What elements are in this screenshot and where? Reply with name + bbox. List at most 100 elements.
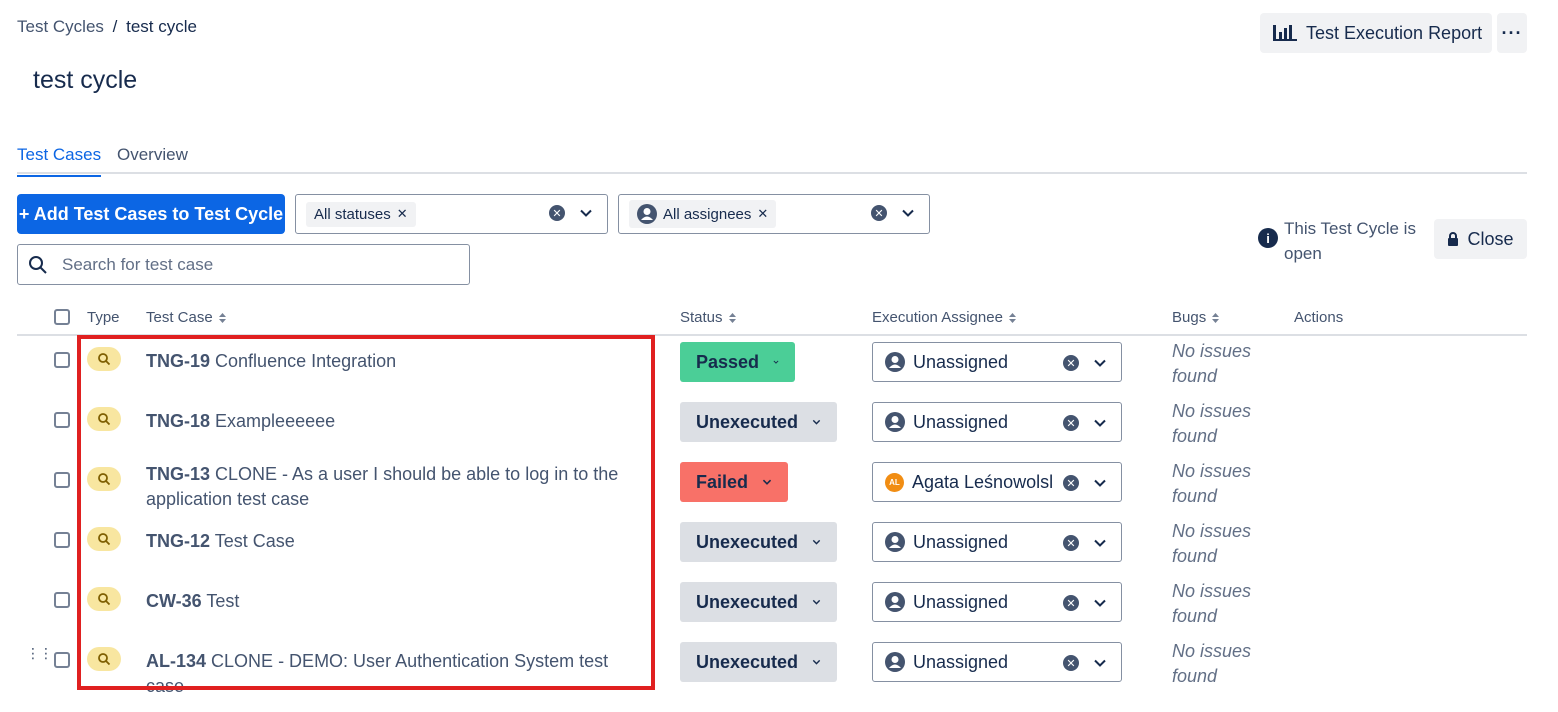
- column-assignee[interactable]: Execution Assignee: [872, 309, 1017, 326]
- table-row: TNG-13 CLONE - As a user I should be abl…: [17, 456, 1527, 516]
- column-test-case[interactable]: Test Case: [146, 309, 227, 326]
- row-checkbox[interactable]: [54, 592, 70, 608]
- table-header: Type Test Case Status Execution Assignee…: [17, 300, 1527, 336]
- bugs-text: No issues found: [1172, 461, 1252, 506]
- status-label: Passed: [696, 351, 760, 372]
- close-cycle-button[interactable]: Close: [1434, 219, 1527, 259]
- clear-icon[interactable]: ✕: [1063, 355, 1079, 371]
- test-case-search-icon: [87, 527, 121, 551]
- chevron-down-icon[interactable]: [1093, 536, 1107, 550]
- breadcrumb-separator: /: [112, 17, 118, 36]
- user-avatar-icon: [885, 532, 905, 552]
- column-actions-label: Actions: [1294, 309, 1344, 326]
- status-label: Unexecuted: [696, 531, 799, 552]
- table-row: CW-36 Test Unexecuted Unassigned ✕ No is…: [17, 576, 1527, 636]
- chevron-down-icon[interactable]: [1093, 416, 1107, 430]
- select-all-checkbox[interactable]: [54, 309, 70, 325]
- status-dropdown[interactable]: Unexecuted: [680, 522, 837, 562]
- test-case-title: Confluence Integration: [215, 351, 397, 371]
- bugs-text: No issues found: [1172, 401, 1252, 446]
- column-bugs[interactable]: Bugs: [1172, 309, 1220, 326]
- status-dropdown[interactable]: Passed: [680, 342, 795, 382]
- assignee-select[interactable]: Unassigned ✕: [872, 402, 1122, 442]
- assignee-avatar: AL: [885, 472, 904, 492]
- test-case-link[interactable]: TNG-19 Confluence Integration: [146, 349, 626, 374]
- assignee-name: Agata Leśnowolsl: [912, 471, 1052, 492]
- status-filter-value: All statuses: [314, 205, 391, 223]
- status-dropdown[interactable]: Unexecuted: [680, 582, 837, 622]
- status-dropdown[interactable]: Failed: [680, 462, 788, 502]
- user-avatar-icon: [885, 652, 905, 672]
- row-checkbox[interactable]: [54, 652, 70, 668]
- row-checkbox[interactable]: [54, 472, 70, 488]
- test-case-title: CLONE - DEMO: User Authentication System…: [146, 651, 609, 696]
- test-case-link[interactable]: TNG-18 Exampleeeeee: [146, 409, 626, 434]
- column-type: Type: [87, 309, 120, 326]
- more-actions-button[interactable]: ···: [1497, 13, 1527, 53]
- test-case-link[interactable]: TNG-13 CLONE - As a user I should be abl…: [146, 462, 626, 512]
- chevron-down-icon[interactable]: [1093, 596, 1107, 610]
- assignee-select[interactable]: AL Agata Leśnowolsl ✕: [872, 462, 1122, 502]
- assignee-filter-value: All assignees: [663, 205, 752, 223]
- assignee-name: Unassigned: [913, 651, 1009, 672]
- bugs-text: No issues found: [1172, 641, 1252, 686]
- add-test-cases-button[interactable]: + Add Test Cases to Test Cycle: [17, 194, 285, 234]
- search-input[interactable]: [62, 254, 442, 275]
- page-title: test cycle: [33, 66, 138, 94]
- bugs-text: No issues found: [1172, 581, 1252, 626]
- test-case-key: TNG-18: [146, 411, 211, 431]
- status-dropdown[interactable]: Unexecuted: [680, 402, 837, 442]
- search-icon: [29, 255, 47, 274]
- status-filter-select[interactable]: All statuses ✕ ✕: [295, 194, 608, 234]
- test-case-key: TNG-13: [146, 464, 211, 484]
- chevron-down-icon[interactable]: [579, 206, 593, 220]
- remove-chip-icon[interactable]: ✕: [757, 206, 768, 222]
- test-case-search-icon: [87, 347, 121, 371]
- chevron-down-icon[interactable]: [1093, 656, 1107, 670]
- clear-icon[interactable]: ✕: [1063, 415, 1079, 431]
- column-status[interactable]: Status: [680, 309, 737, 326]
- clear-icon[interactable]: ✕: [1063, 475, 1079, 491]
- test-case-link[interactable]: CW-36 Test: [146, 589, 626, 614]
- tab-test-cases[interactable]: Test Cases: [17, 145, 102, 177]
- test-case-key: CW-36: [146, 591, 202, 611]
- chevron-down-icon[interactable]: [901, 206, 915, 220]
- assignee-select[interactable]: Unassigned ✕: [872, 642, 1122, 682]
- test-case-link[interactable]: AL-134 CLONE - DEMO: User Authentication…: [146, 649, 626, 699]
- assignee-select[interactable]: Unassigned ✕: [872, 582, 1122, 622]
- more-icon: ···: [1501, 22, 1523, 43]
- assignee-name: Unassigned: [913, 531, 1009, 552]
- row-checkbox[interactable]: [54, 532, 70, 548]
- status-filter-chip: All statuses ✕: [306, 201, 416, 227]
- test-case-title: Test Case: [214, 531, 295, 551]
- row-checkbox[interactable]: [54, 412, 70, 428]
- clear-icon[interactable]: ✕: [1063, 655, 1079, 671]
- sort-icon: [218, 312, 226, 323]
- cycle-status-info: i This Test Cycle is open: [1258, 216, 1424, 266]
- drag-handle-icon[interactable]: ⋮⋮: [26, 646, 53, 660]
- test-execution-report-button[interactable]: Test Execution Report: [1260, 13, 1492, 53]
- test-case-search-icon: [87, 647, 121, 671]
- column-type-label: Type: [87, 309, 120, 326]
- breadcrumb-parent-link[interactable]: Test Cycles: [17, 17, 104, 36]
- clear-icon[interactable]: ✕: [1063, 595, 1079, 611]
- test-case-key: TNG-12: [146, 531, 211, 551]
- test-case-link[interactable]: TNG-12 Test Case: [146, 529, 626, 554]
- chevron-down-icon[interactable]: [1093, 356, 1107, 370]
- tab-overview[interactable]: Overview: [117, 145, 188, 165]
- assignee-select[interactable]: Unassigned ✕: [872, 522, 1122, 562]
- chevron-down-icon: [812, 599, 821, 605]
- test-case-search-icon: [87, 587, 121, 611]
- assignee-filter-select[interactable]: All assignees ✕ ✕: [618, 194, 930, 234]
- clear-icon[interactable]: ✕: [1063, 535, 1079, 551]
- test-case-search-icon: [87, 407, 121, 431]
- status-dropdown[interactable]: Unexecuted: [680, 642, 837, 682]
- tab-bar: Test Cases Overview: [17, 140, 1527, 177]
- sort-icon: [1008, 312, 1016, 323]
- row-checkbox[interactable]: [54, 352, 70, 368]
- clear-icon[interactable]: ✕: [871, 205, 887, 221]
- assignee-select[interactable]: Unassigned ✕: [872, 342, 1122, 382]
- clear-icon[interactable]: ✕: [549, 205, 565, 221]
- remove-chip-icon[interactable]: ✕: [397, 206, 408, 222]
- chevron-down-icon[interactable]: [1093, 476, 1107, 490]
